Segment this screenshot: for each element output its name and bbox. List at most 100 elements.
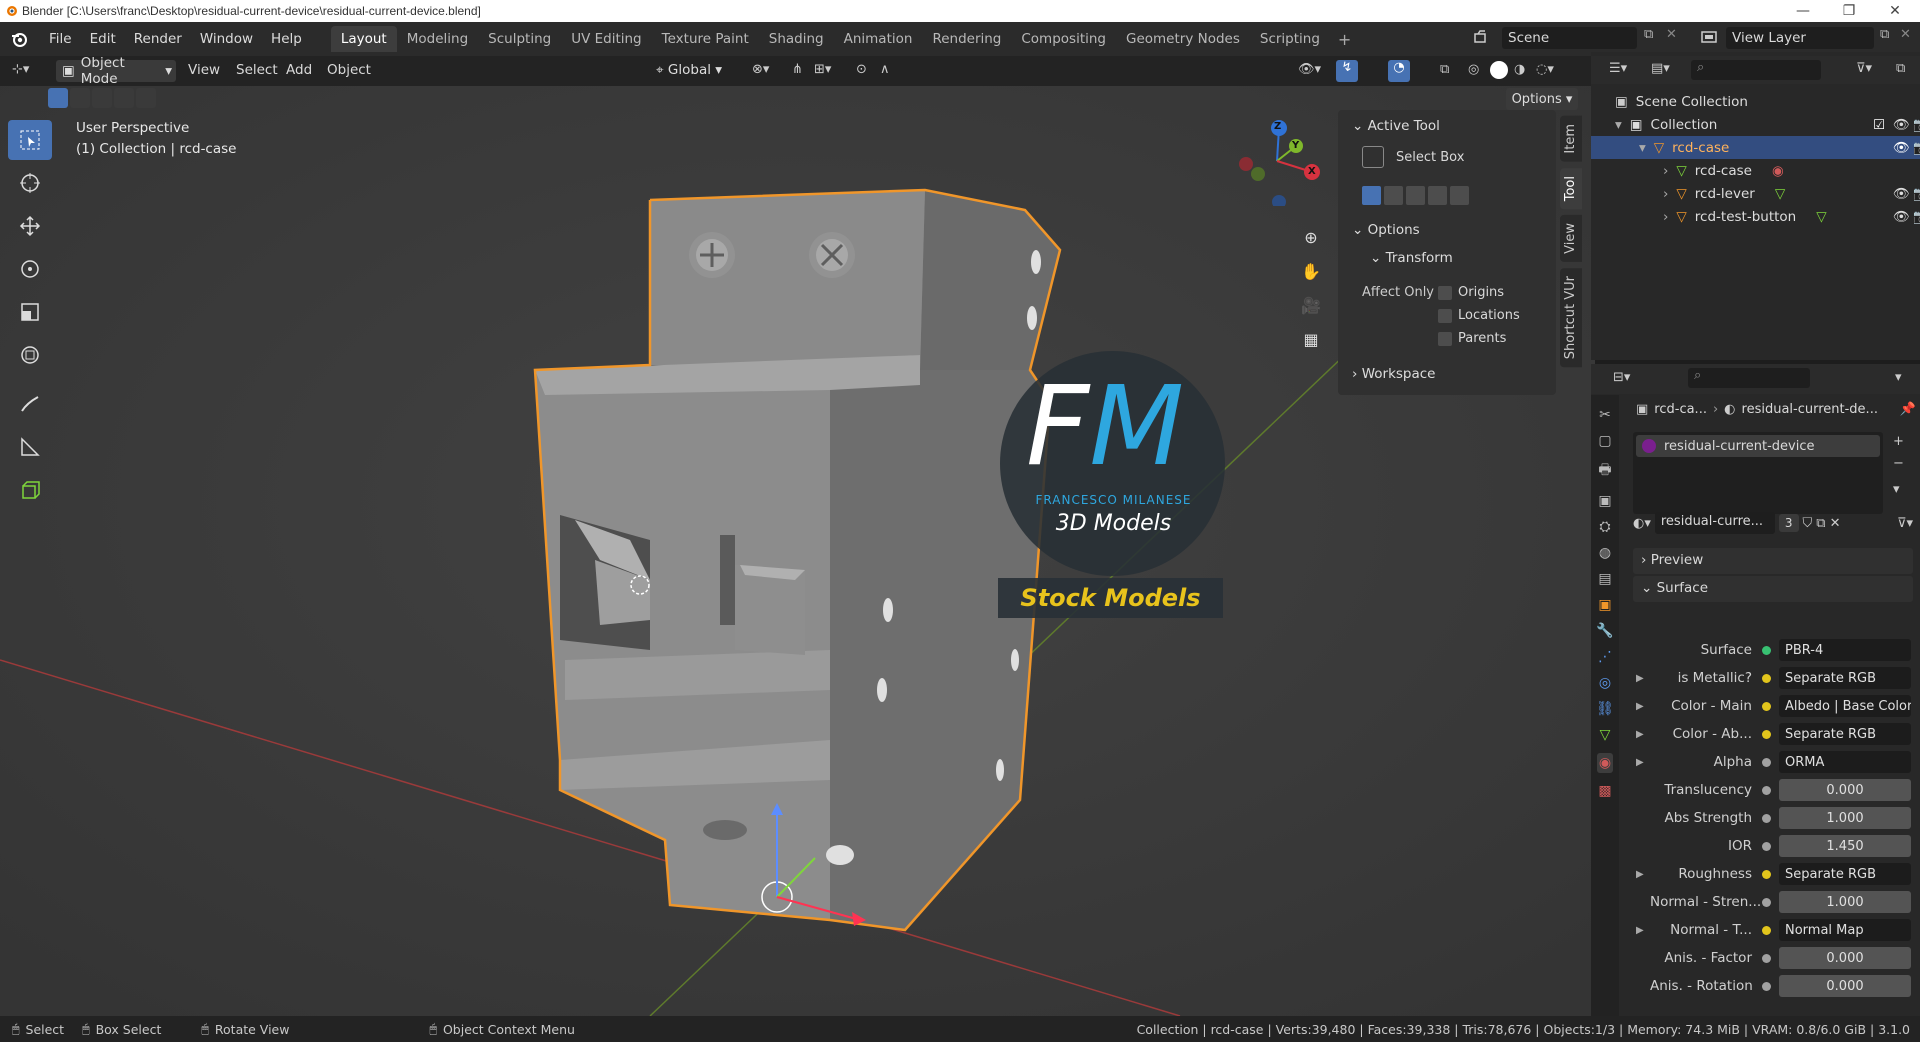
expand-arrow-icon[interactable]: › — [1663, 163, 1668, 179]
view-layer-selector[interactable]: View Layer — [1726, 27, 1874, 49]
pan-hand-icon[interactable]: ✋ — [1298, 254, 1324, 288]
property-link-field[interactable]: Separate RGB — [1779, 723, 1911, 745]
solid-shading-icon[interactable] — [1490, 61, 1508, 79]
camera-view-icon[interactable]: 🎥 — [1298, 288, 1324, 322]
tab-scripting[interactable]: Scripting — [1250, 26, 1330, 52]
tab-uv-editing[interactable]: UV Editing — [561, 26, 651, 52]
menu-add[interactable]: Add — [286, 62, 312, 78]
property-link-field[interactable]: ORMA — [1779, 751, 1911, 773]
outliner-editor-icon[interactable]: ☰▾ — [1609, 61, 1627, 76]
menu-edit[interactable]: Edit — [81, 31, 125, 47]
maximize-button[interactable]: ❐ — [1826, 0, 1872, 22]
menu-object[interactable]: Object — [327, 62, 371, 78]
material-selector[interactable]: residual-curre... — [1654, 512, 1775, 534]
property-link-field[interactable]: Normal Map — [1779, 919, 1911, 941]
menu-file[interactable]: File — [40, 31, 81, 47]
collection-tab-icon[interactable]: ▤ — [1598, 571, 1611, 587]
display-mode-icon[interactable]: ▤▾ — [1651, 61, 1670, 76]
close-button[interactable]: ✕ — [1872, 0, 1918, 22]
transform-header[interactable]: ⌄ Transform — [1370, 250, 1453, 266]
properties-options-icon[interactable]: ▾ — [1895, 370, 1902, 385]
expand-arrow-icon[interactable]: › — [1663, 209, 1668, 225]
property-number-field[interactable]: 0.000 — [1779, 779, 1911, 801]
tab-view[interactable]: View — [1560, 214, 1582, 262]
property-link-field[interactable]: Albedo | Base Color — [1779, 695, 1911, 717]
material-tab-icon[interactable]: ◉ — [1596, 753, 1614, 773]
tab-sculpting[interactable]: Sculpting — [478, 26, 561, 52]
tab-texture-paint[interactable]: Texture Paint — [652, 26, 759, 52]
active-tool-header[interactable]: ⌄ Active Tool — [1352, 118, 1440, 134]
tool-mode-intersect-icon[interactable] — [1450, 186, 1469, 205]
view-layer-new-icon[interactable]: ⧉ — [1880, 27, 1898, 47]
workspace-header[interactable]: › Workspace — [1352, 366, 1436, 382]
snap-target-icon[interactable]: ⊞▾ — [814, 62, 831, 77]
particles-tab-icon[interactable]: ⋰ — [1598, 649, 1612, 665]
modifier-tab-icon[interactable]: 🔧 — [1596, 623, 1613, 639]
zoom-icon[interactable]: ⊕ — [1298, 220, 1324, 254]
outliner-row-rcd-case-mesh[interactable]: › ▽ rcd-case ◉ — [1663, 159, 1784, 182]
property-link-field[interactable]: PBR-4 — [1779, 639, 1911, 661]
expand-arrow-icon[interactable]: ▾ — [1615, 117, 1622, 133]
collection-eye-icon[interactable]: 👁 — [1893, 117, 1910, 133]
tool-mode-extend-icon[interactable] — [1384, 186, 1403, 205]
select-intersect-icon[interactable] — [136, 88, 156, 108]
measure-tool[interactable] — [8, 427, 52, 467]
tab-shortcut-vur[interactable]: Shortcut VUr — [1560, 267, 1582, 367]
menu-window[interactable]: Window — [191, 31, 262, 47]
snap-icon[interactable]: ⋔ — [792, 62, 803, 77]
rcd-case-camera-icon[interactable]: 📷 — [1913, 140, 1920, 156]
property-link-field[interactable]: Separate RGB — [1779, 667, 1911, 689]
affect-origins-checkbox[interactable]: Origins — [1438, 285, 1504, 300]
socket-dot-icon[interactable] — [1762, 813, 1771, 823]
material-shading-icon[interactable]: ◑ — [1514, 62, 1525, 77]
view-layer-remove-icon[interactable]: ✕ — [1900, 27, 1918, 47]
tab-item[interactable]: Item — [1560, 116, 1582, 162]
preview-panel-header[interactable]: › Preview — [1633, 548, 1913, 574]
socket-dot-icon[interactable] — [1762, 981, 1771, 991]
menu-render[interactable]: Render — [125, 31, 191, 47]
tab-tool[interactable]: Tool — [1560, 167, 1582, 209]
rotate-tool[interactable] — [8, 249, 52, 289]
socket-dot-icon[interactable] — [1762, 673, 1771, 683]
overlay-toggle-icon[interactable]: ◔ — [1388, 60, 1410, 82]
constraints-tab-icon[interactable]: ⛓ — [1596, 701, 1614, 717]
select-extend-icon[interactable] — [70, 88, 90, 108]
outliner-scene-collection[interactable]: ▣ Scene Collection — [1615, 90, 1748, 113]
unlink-material-icon[interactable]: ✕ — [1830, 516, 1841, 531]
properties-editor-icon[interactable]: ⊟▾ — [1613, 370, 1630, 385]
duplicate-material-icon[interactable]: ⧉ — [1816, 516, 1825, 531]
socket-dot-icon[interactable] — [1762, 869, 1771, 879]
scale-tool[interactable] — [8, 292, 52, 332]
pivot-point-icon[interactable]: ⊗▾ — [752, 62, 769, 77]
output-tab-icon[interactable]: 🖶 — [1598, 459, 1611, 483]
collection-include-checkbox[interactable]: ☑ — [1873, 117, 1885, 133]
select-invert-icon[interactable] — [114, 88, 134, 108]
proportional-edit-icon[interactable]: ⊙ — [856, 62, 867, 77]
world-tab-icon[interactable]: ◍ — [1599, 545, 1611, 561]
rcd-lever-eye-icon[interactable]: 👁 — [1893, 186, 1910, 202]
expand-arrow-icon[interactable]: ▶ — [1636, 925, 1650, 936]
transform-tool[interactable] — [8, 335, 52, 375]
visibility-icon[interactable]: 👁▾ — [1298, 62, 1321, 77]
falloff-icon[interactable]: ∧ — [880, 62, 890, 77]
blender-menu-icon[interactable] — [10, 30, 28, 48]
rcd-case-eye-icon[interactable]: 👁 — [1893, 140, 1910, 156]
add-workspace-icon[interactable]: + — [1330, 30, 1359, 49]
select-new-icon[interactable] — [48, 88, 68, 108]
tool-mode-set-icon[interactable] — [1362, 186, 1381, 205]
socket-dot-icon[interactable] — [1762, 953, 1771, 963]
expand-arrow-icon[interactable]: › — [1663, 186, 1668, 202]
outliner-row-rcd-case[interactable]: ▾▽rcd-case 👁 📷 — [1591, 136, 1920, 159]
property-number-field[interactable]: 1.450 — [1779, 835, 1911, 857]
expand-arrow-icon[interactable]: ▶ — [1636, 757, 1650, 768]
texture-tab-icon[interactable]: ▩ — [1598, 783, 1611, 799]
annotate-tool[interactable] — [8, 384, 52, 424]
scene-remove-icon[interactable]: ✕ — [1666, 27, 1684, 47]
tab-layout[interactable]: Layout — [330, 26, 397, 52]
property-number-field[interactable]: 0.000 — [1779, 947, 1911, 969]
tab-compositing[interactable]: Compositing — [1011, 26, 1116, 52]
add-cube-tool[interactable] — [8, 470, 52, 510]
surface-panel-header[interactable]: ⌄ Surface — [1633, 576, 1913, 602]
expand-arrow-icon[interactable]: ▶ — [1636, 869, 1650, 880]
socket-dot-icon[interactable] — [1762, 729, 1771, 739]
